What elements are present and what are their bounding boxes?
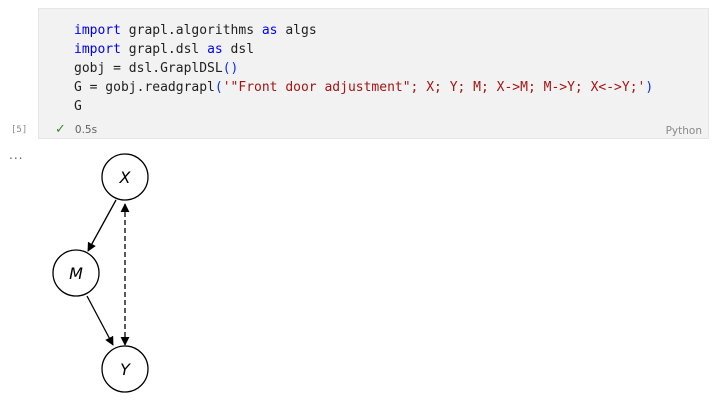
causal-graph-output: X M Y — [52, 153, 149, 393]
node-m: M — [52, 249, 100, 297]
node-y-label: Y — [120, 360, 131, 379]
edge-m-to-y — [86, 295, 114, 346]
node-m-label: M — [69, 264, 83, 283]
node-x-label: X — [119, 168, 132, 187]
node-y: Y — [101, 345, 149, 393]
edge-x-to-m — [87, 199, 117, 252]
node-x: X — [101, 153, 149, 201]
